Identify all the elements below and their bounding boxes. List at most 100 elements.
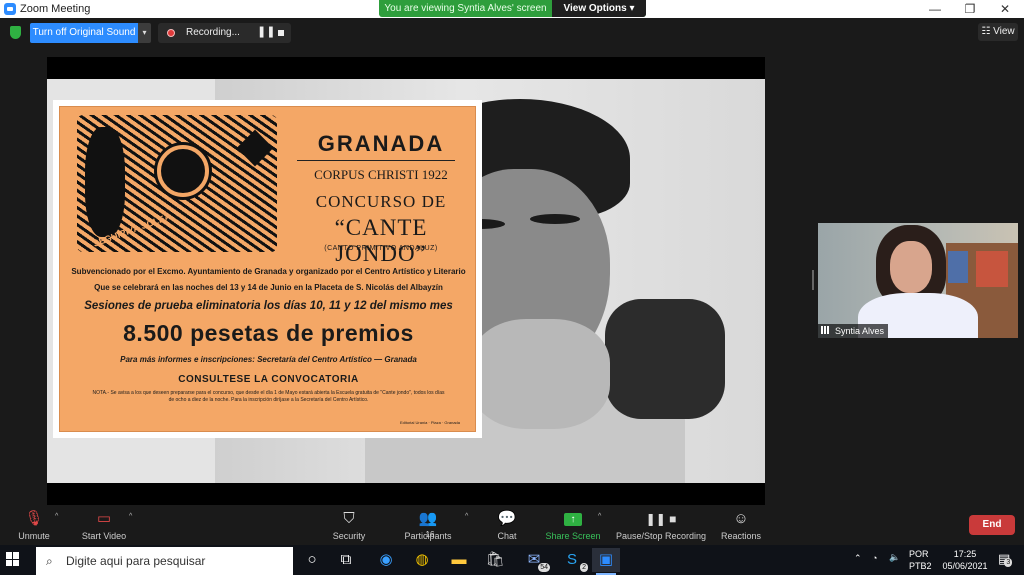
poster-line-subtitle: (CANTO PRIMITIVO ANDALUZ) <box>324 245 438 252</box>
zoom-taskbar-icon[interactable]: ▣ <box>592 548 620 575</box>
viewing-screen-message: You are viewing Syntia Alves' screen <box>384 3 547 14</box>
video-options-caret[interactable]: ^ <box>129 513 132 520</box>
poster-printer: Editorial Urania · Plaza · Granada <box>399 420 460 425</box>
recording-indicator: Recording... ❚❚ <box>158 23 291 43</box>
task-view-icon[interactable]: ⧉ <box>332 548 360 572</box>
share-options-caret[interactable]: ^ <box>598 513 601 520</box>
skype-icon[interactable]: S2 <box>558 548 588 572</box>
reactions-label: Reactions <box>720 531 762 541</box>
poster-line-concurso: CONCURSO DE <box>315 192 447 211</box>
participants-label: Participants <box>404 531 452 541</box>
recording-label: Recording... <box>186 27 240 38</box>
original-sound-dropdown[interactable]: ▾ <box>138 23 151 43</box>
pause-recording-icon[interactable]: ❚❚ <box>257 25 275 38</box>
file-explorer-icon[interactable]: ▬ <box>445 548 473 572</box>
notifications-badge: 3 <box>1004 558 1013 567</box>
clock-date[interactable]: 05/06/2021 <box>935 561 995 571</box>
volume-icon[interactable]: 🔈 <box>889 552 900 563</box>
unmute-label: Unmute <box>18 531 50 541</box>
original-sound-button[interactable]: Turn off Original Sound <box>30 23 138 43</box>
poster-prize: 8.500 pesetas de premios <box>123 320 414 346</box>
stop-recording-icon[interactable] <box>278 30 284 36</box>
panel-splitter[interactable] <box>812 270 814 290</box>
notifications-icon[interactable]: ▤3 <box>998 551 1013 567</box>
reaction-smiley-icon: ☺ <box>733 510 749 527</box>
participant-name-tag: Syntia Alves <box>818 324 889 338</box>
photo-shadow <box>605 299 725 419</box>
encryption-shield-icon[interactable] <box>10 26 21 39</box>
video-person-face <box>890 241 932 293</box>
view-options-button[interactable]: View Options ▾ <box>552 0 646 17</box>
store-icon[interactable]: 🛍 <box>481 548 509 572</box>
taskbar-search-box[interactable]: ⌕ Digite aqui para pesquisar <box>36 547 293 575</box>
poster-line-corpus: CORPUS CHRISTI 1922 <box>314 167 448 182</box>
clock-time[interactable]: 17:25 <box>945 549 985 559</box>
chat-button[interactable]: 💬 Chat <box>488 508 526 544</box>
participant-name: Syntia Alves <box>835 326 885 336</box>
language-bottom[interactable]: PTB2 <box>909 561 932 571</box>
end-meeting-button[interactable]: End <box>969 515 1015 535</box>
windows-start-icon[interactable] <box>6 552 20 566</box>
pause-stop-icon: ❚❚ ■ <box>645 512 677 526</box>
poster-paragraph-2: Que se celebrará en las noches del 13 y … <box>94 283 443 292</box>
share-screen-icon: ↑ <box>564 513 582 526</box>
window-title: Zoom Meeting <box>20 3 91 15</box>
start-video-button[interactable]: ▭ Start Video <box>76 508 132 544</box>
cortana-icon[interactable]: ○ <box>298 548 326 572</box>
poster-info: Para más informes e inscripciones: Secre… <box>120 355 417 364</box>
mail-icon[interactable]: ✉ 54 <box>520 548 550 572</box>
restore-button[interactable]: ❐ <box>953 0 987 18</box>
video-picture-1 <box>948 251 968 283</box>
security-label: Security <box>332 531 366 541</box>
view-button[interactable]: ☷ View <box>978 23 1018 41</box>
poster-line-cante-jondo: “CANTE JONDO” <box>334 215 428 266</box>
chat-icon: 💬 <box>497 510 517 527</box>
record-dot-icon <box>167 29 175 37</box>
search-icon: ⌕ <box>46 554 53 568</box>
poster-paragraph-3: Sesiones de prueba eliminatoria los días… <box>84 300 453 312</box>
art-figure <box>85 127 125 237</box>
art-star <box>236 129 274 167</box>
chrome-browser-icon[interactable]: ◍ <box>408 548 436 572</box>
muted-mic-icon: 🎙 <box>24 510 44 527</box>
pause-stop-recording-label: Pause/Stop Recording <box>615 531 707 541</box>
audio-options-caret[interactable]: ^ <box>55 513 58 520</box>
edge-browser-icon[interactable]: ◉ <box>372 548 400 572</box>
unmute-button[interactable]: 🎙 Unmute <box>10 508 58 544</box>
network-icon[interactable]: ◔ <box>872 553 877 563</box>
presentation-slide: SEGUIRIYA SOLEA GRANADA CORPUS CHRISTI 1… <box>47 79 765 483</box>
poster-paragraph-1: Subvencionado por el Excmo. Ayuntamiento… <box>71 267 466 276</box>
minimize-button[interactable]: — <box>918 0 952 18</box>
language-top[interactable]: POR <box>909 549 929 559</box>
poster-rule <box>297 160 455 161</box>
start-video-label: Start Video <box>81 531 127 541</box>
system-tray: ⌃ ◔ 🔈 POR PTB2 17:25 05/06/2021 ▤3 <box>850 545 1024 575</box>
close-button[interactable]: ✕ <box>988 0 1022 18</box>
zoom-app-icon <box>4 3 16 15</box>
poster-title: GRANADA <box>317 131 445 156</box>
reactions-button[interactable]: ☺ Reactions <box>717 508 765 544</box>
poster-consult: CONSULTESE LA CONVOCATORIA <box>178 374 359 385</box>
skype-badge: 2 <box>580 563 588 572</box>
photo-hand <box>470 319 610 429</box>
share-screen-label: Share Screen <box>545 531 601 541</box>
chat-label: Chat <box>497 531 517 541</box>
mail-badge: 54 <box>538 563 550 572</box>
photo-brow-right <box>530 214 580 224</box>
meeting-toolbar: 🎙 Unmute ^ ▭ Start Video ^ ⛉ Security 👥1… <box>0 505 1024 545</box>
signal-bars-icon <box>821 326 832 334</box>
pause-stop-recording-button[interactable]: ❚❚ ■ Pause/Stop Recording <box>615 508 707 544</box>
shield-icon: ⛉ <box>343 510 355 527</box>
participants-button[interactable]: 👥16 Participants <box>398 508 458 544</box>
concurso-poster: SEGUIRIYA SOLEA GRANADA CORPUS CHRISTI 1… <box>59 106 476 432</box>
participant-video-tile[interactable]: Syntia Alves <box>818 223 1018 338</box>
screen-share-banner: You are viewing Syntia Alves' screen Vie… <box>379 0 646 17</box>
poster-woodcut-artwork: SEGUIRIYA SOLEA <box>77 115 277 252</box>
video-off-icon: ▭ <box>96 510 112 527</box>
participants-caret[interactable]: ^ <box>465 513 468 520</box>
share-screen-button[interactable]: ↑ Share Screen <box>543 508 603 544</box>
art-face <box>157 145 209 197</box>
video-picture-2 <box>976 251 1008 287</box>
tray-chevron-icon[interactable]: ⌃ <box>854 553 862 564</box>
security-button[interactable]: ⛉ Security <box>325 508 373 544</box>
